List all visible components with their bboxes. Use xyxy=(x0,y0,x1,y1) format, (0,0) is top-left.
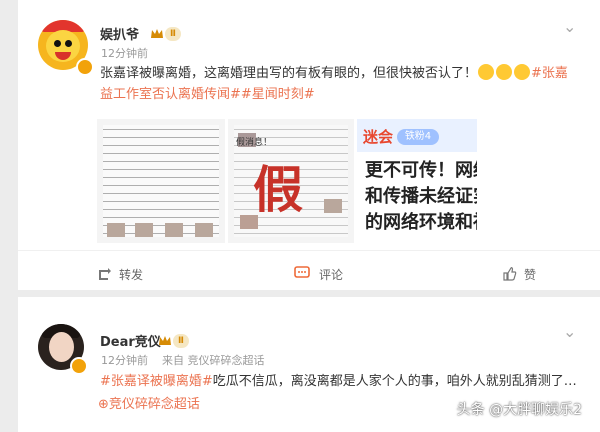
verified-icon xyxy=(76,58,94,76)
post-text: #张嘉译被曝离婚#吃瓜不信瓜，离没离都是人家个人的事，咱外人就别乱猜测了… xyxy=(100,371,590,392)
fan-badge: 铁粉4 xyxy=(397,129,439,145)
crown-icon xyxy=(159,336,171,345)
level-badge: Ⅱ xyxy=(165,27,181,41)
level-badge: Ⅱ xyxy=(173,334,189,348)
post-time[interactable]: 12分钟前 xyxy=(101,352,148,368)
chevron-down-icon[interactable]: ⌄ xyxy=(563,322,576,341)
fake-label: 假 xyxy=(253,161,303,219)
post-image-1[interactable] xyxy=(97,119,225,243)
like-icon[interactable] xyxy=(502,266,517,281)
image-line: 更不可传！网络 xyxy=(365,160,477,181)
chevron-down-icon[interactable]: ⌄ xyxy=(563,17,576,36)
crown-icon xyxy=(151,29,163,38)
post-body: 张嘉译被曝离婚，这离婚理由写的有板有眼的，但很快被否认了！ xyxy=(100,66,478,81)
watermark: 头条 @大胖聊娱乐2 xyxy=(456,402,582,418)
divider xyxy=(18,250,600,251)
post-source[interactable]: 来自 竞仪碎碎念超话 xyxy=(162,352,265,368)
image-line: 的网络环境和社 xyxy=(365,212,477,233)
repost-icon[interactable] xyxy=(97,266,112,281)
topic-link[interactable]: ⊕竞仪碎碎念超话 xyxy=(98,394,200,415)
repost-button[interactable]: 转发 xyxy=(119,266,143,283)
image-header: 假消息！ xyxy=(236,138,273,148)
comment-button[interactable]: 评论 xyxy=(319,266,343,283)
image-header: 迷会 xyxy=(363,128,394,146)
verified-icon xyxy=(70,357,88,375)
post-body: 吃瓜不信瓜，离没离都是人家个人的事，咱外人就别乱猜测了… xyxy=(212,374,577,389)
post-time[interactable]: 12分钟前 xyxy=(101,45,148,61)
post-image-3[interactable]: 迷会 铁粉4 更不可传！网络 和传播未经证实 的网络环境和社 xyxy=(357,119,477,243)
post-card: 娱扒爷 Ⅱ 12分钟前 ⌄ 张嘉译被曝离婚，这离婚理由写的有板有眼的，但很快被否… xyxy=(18,0,600,290)
author-name[interactable]: Dear竞仪 xyxy=(100,331,161,350)
post-image-2[interactable]: 假消息！ 假 xyxy=(228,119,354,243)
comment-icon[interactable] xyxy=(294,266,310,281)
like-button[interactable]: 赞 xyxy=(524,266,536,283)
topic-label: 竞仪碎碎念超话 xyxy=(108,397,200,412)
post-tag[interactable]: #张嘉译被曝离婚# xyxy=(100,374,213,389)
author-name[interactable]: 娱扒爷 xyxy=(100,24,139,43)
topic-icon: ⊕ xyxy=(98,397,109,412)
image-line: 和传播未经证实 xyxy=(365,186,477,207)
post-text: 张嘉译被曝离婚，这离婚理由写的有板有眼的，但很快被否认了！ #张嘉益工作室否认离婚… xyxy=(100,63,580,105)
